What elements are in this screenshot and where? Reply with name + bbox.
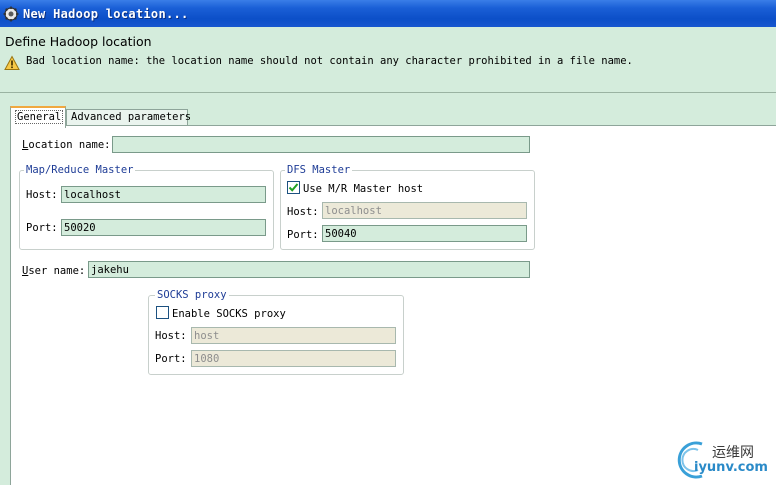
tab-general-label: General [15,110,64,124]
dfs-port-input[interactable] [322,225,527,242]
dfs-master-title: DFS Master [285,164,353,176]
socks-port-label: Port: [155,353,187,365]
enable-socks-checkbox[interactable] [156,306,169,319]
use-mr-master-label: Use M/R Master host [303,183,424,195]
header-banner: Define Hadoop location Bad location name… [0,27,776,93]
socks-port-input[interactable] [191,350,396,367]
title-bar[interactable]: New Hadoop location... [0,0,776,27]
site-watermark: 运维网 iyunv.com [672,438,776,482]
mr-port-label: Port: [26,222,58,234]
socks-proxy-title: SOCKS proxy [155,289,229,301]
checkmark-icon [288,183,299,192]
watermark-en: iyunv.com [694,460,768,475]
location-name-label: Location name: [22,139,111,151]
mr-host-input[interactable] [61,186,266,203]
user-name-label: User name: [22,265,86,277]
banner-title: Define Hadoop location [5,34,152,49]
mapreduce-master-title: Map/Reduce Master [24,164,136,176]
socks-host-label: Host: [155,330,187,342]
dfs-host-input[interactable] [322,202,527,219]
use-mr-master-checkbox[interactable] [287,181,300,194]
tab-advanced-parameters[interactable]: Advanced parameters [66,109,192,126]
mr-port-input[interactable] [61,219,266,236]
mapreduce-master-group [19,170,274,250]
warning-icon [4,55,20,71]
watermark-cn: 运维网 [712,445,754,461]
dfs-host-label: Host: [287,206,319,218]
enable-socks-label: Enable SOCKS proxy [172,308,286,320]
error-message: Bad location name: the location name sho… [26,55,633,67]
gear-icon [3,6,19,22]
tab-general[interactable]: General [10,106,66,128]
tab-advanced-label: Advanced parameters [71,111,192,123]
location-name-input[interactable] [112,136,530,153]
socks-host-input[interactable] [191,327,396,344]
mr-host-label: Host: [26,189,58,201]
window-title: New Hadoop location... [23,6,189,21]
dfs-port-label: Port: [287,229,319,241]
user-name-input[interactable] [88,261,530,278]
